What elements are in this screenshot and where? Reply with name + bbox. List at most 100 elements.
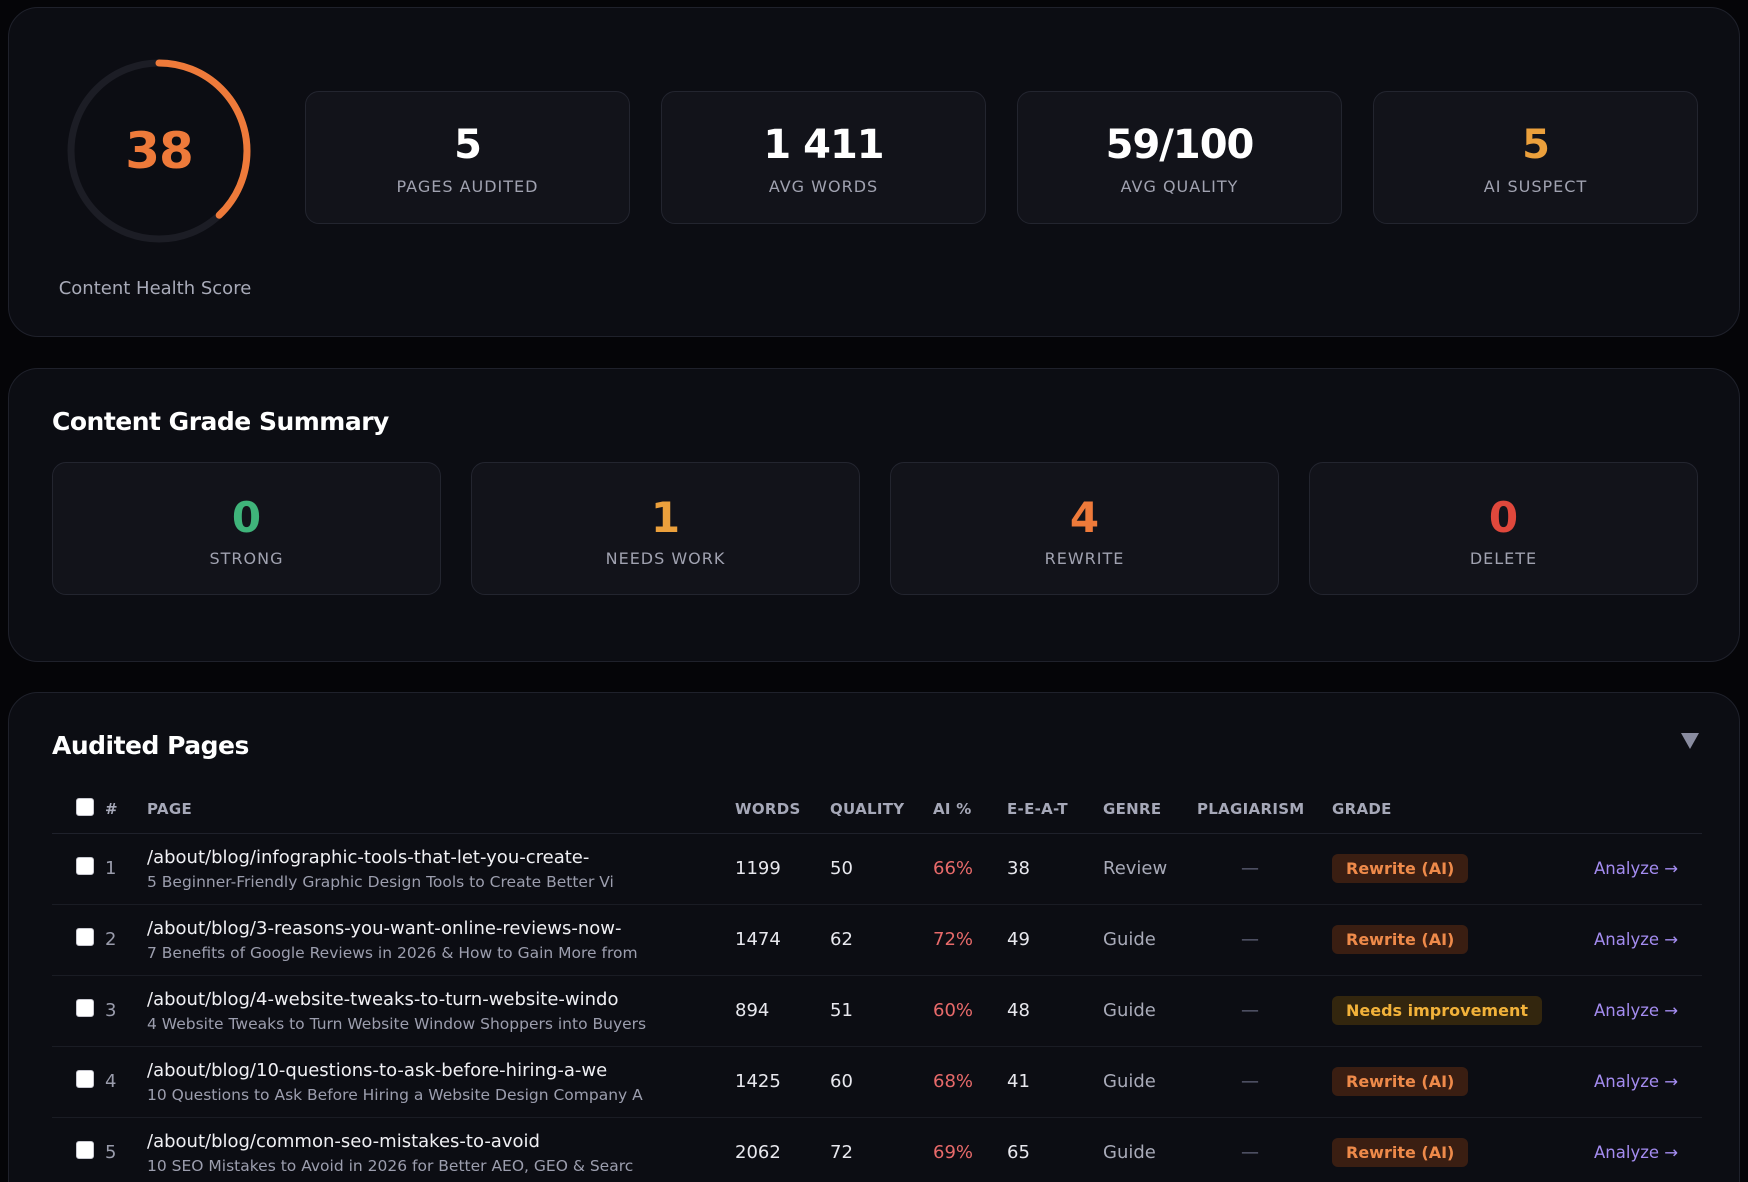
grade-badge: Rewrite (AI) xyxy=(1332,925,1469,954)
column-header-action xyxy=(1574,785,1702,834)
genre-value: Guide xyxy=(1103,975,1197,1047)
action-cell: Analyze → xyxy=(1574,833,1702,905)
grade-label: NEEDS WORK xyxy=(605,549,726,568)
column-header-page: PAGE xyxy=(147,785,735,834)
row-checkbox[interactable] xyxy=(76,1141,94,1159)
words-value: 1474 xyxy=(735,904,830,976)
audited-pages-panel: Audited Pages # PAGE WORDS QUALITY AI % xyxy=(8,692,1740,1182)
grade-value: 4 xyxy=(1069,493,1100,542)
analyze-link[interactable]: Analyze → xyxy=(1574,1001,1678,1020)
table-header-row: # PAGE WORDS QUALITY AI % E-E-A-T GENRE … xyxy=(52,785,1702,834)
row-number: 5 xyxy=(105,1117,147,1182)
page-url[interactable]: /about/blog/3-reasons-you-want-online-re… xyxy=(147,918,735,939)
grade-value: 0 xyxy=(231,493,262,542)
row-select-cell xyxy=(52,833,105,905)
genre-value: Guide xyxy=(1103,1046,1197,1118)
quality-value: 51 xyxy=(830,975,933,1047)
ai-percent-value: 69% xyxy=(933,1117,1007,1182)
page-subtitle: 4 Website Tweaks to Turn Website Window … xyxy=(147,1014,647,1033)
analyze-link[interactable]: Analyze → xyxy=(1574,1072,1678,1091)
row-checkbox[interactable] xyxy=(76,1070,94,1088)
row-number: 1 xyxy=(105,833,147,905)
health-score-caption: Content Health Score xyxy=(58,278,252,299)
page-cell: /about/blog/10-questions-to-ask-before-h… xyxy=(147,1046,735,1118)
health-panel: 38 Content Health Score 5 PAGES AUDITED … xyxy=(8,7,1740,337)
analyze-link[interactable]: Analyze → xyxy=(1574,859,1678,878)
row-number: 4 xyxy=(105,1046,147,1118)
page-url[interactable]: /about/blog/infographic-tools-that-let-y… xyxy=(147,847,735,868)
genre-value: Guide xyxy=(1103,1117,1197,1182)
row-select-cell xyxy=(52,975,105,1047)
stat-value: 59/100 xyxy=(1105,122,1255,168)
stat-card-ai-suspect: 5 AI SUSPECT xyxy=(1373,91,1698,224)
column-header-number: # xyxy=(105,785,147,834)
row-select-cell xyxy=(52,904,105,976)
select-all-cell xyxy=(52,785,105,834)
triangle-down-icon[interactable] xyxy=(1681,733,1699,749)
grade-cell: Rewrite (AI) xyxy=(1332,833,1574,905)
table-row: 3/about/blog/4-website-tweaks-to-turn-we… xyxy=(52,975,1702,1047)
eeat-value: 38 xyxy=(1007,833,1103,905)
eeat-value: 65 xyxy=(1007,1117,1103,1182)
page-url[interactable]: /about/blog/common-seo-mistakes-to-avoid xyxy=(147,1131,735,1152)
ai-percent-value: 72% xyxy=(933,904,1007,976)
grade-badge: Rewrite (AI) xyxy=(1332,1138,1469,1167)
grade-cell: Rewrite (AI) xyxy=(1332,1046,1574,1118)
column-header-ai: AI % xyxy=(933,785,1007,834)
words-value: 1199 xyxy=(735,833,830,905)
eeat-value: 48 xyxy=(1007,975,1103,1047)
ai-percent-value: 60% xyxy=(933,975,1007,1047)
analyze-link[interactable]: Analyze → xyxy=(1574,930,1678,949)
stat-label: AVG QUALITY xyxy=(1120,177,1239,196)
stat-value: 5 xyxy=(454,122,482,168)
column-header-genre: GENRE xyxy=(1103,785,1197,834)
select-all-checkbox[interactable] xyxy=(76,797,94,816)
row-checkbox[interactable] xyxy=(76,999,94,1017)
grade-badge: Rewrite (AI) xyxy=(1332,854,1469,883)
grade-card-needs-work: 1 NEEDS WORK xyxy=(471,462,860,595)
grade-card-strong: 0 STRONG xyxy=(52,462,441,595)
action-cell: Analyze → xyxy=(1574,1046,1702,1118)
grade-label: STRONG xyxy=(209,549,284,568)
column-header-words: WORDS xyxy=(735,785,830,834)
row-checkbox[interactable] xyxy=(76,857,94,875)
plagiarism-value: — xyxy=(1197,1117,1332,1182)
column-header-plagiarism: PLAGIARISM xyxy=(1197,785,1332,834)
grade-label: DELETE xyxy=(1469,549,1538,568)
page-cell: /about/blog/infographic-tools-that-let-y… xyxy=(147,833,735,905)
table-row: 4/about/blog/10-questions-to-ask-before-… xyxy=(52,1046,1702,1118)
grade-summary-title: Content Grade Summary xyxy=(52,407,389,436)
grade-badge: Needs improvement xyxy=(1332,996,1542,1025)
page-subtitle: 10 SEO Mistakes to Avoid in 2026 for Bet… xyxy=(147,1156,634,1175)
grade-label: REWRITE xyxy=(1044,549,1125,568)
grade-card-delete: 0 DELETE xyxy=(1309,462,1698,595)
stat-label: PAGES AUDITED xyxy=(396,177,539,196)
genre-value: Review xyxy=(1103,833,1197,905)
grade-badge: Rewrite (AI) xyxy=(1332,1067,1469,1096)
page-url[interactable]: /about/blog/10-questions-to-ask-before-h… xyxy=(147,1060,735,1081)
eeat-value: 41 xyxy=(1007,1046,1103,1118)
grade-value: 1 xyxy=(650,493,681,542)
action-cell: Analyze → xyxy=(1574,975,1702,1047)
stat-label: AVG WORDS xyxy=(768,177,879,196)
analyze-link[interactable]: Analyze → xyxy=(1574,1143,1678,1162)
row-number: 2 xyxy=(105,904,147,976)
plagiarism-value: — xyxy=(1197,833,1332,905)
eeat-value: 49 xyxy=(1007,904,1103,976)
quality-value: 62 xyxy=(830,904,933,976)
plagiarism-value: — xyxy=(1197,1046,1332,1118)
column-header-quality: QUALITY xyxy=(830,785,933,834)
grade-cell: Rewrite (AI) xyxy=(1332,904,1574,976)
row-checkbox[interactable] xyxy=(76,928,94,946)
words-value: 894 xyxy=(735,975,830,1047)
row-select-cell xyxy=(52,1117,105,1182)
table-row: 5/about/blog/common-seo-mistakes-to-avoi… xyxy=(52,1117,1702,1182)
action-cell: Analyze → xyxy=(1574,904,1702,976)
page-url[interactable]: /about/blog/4-website-tweaks-to-turn-web… xyxy=(147,989,735,1010)
grade-cell: Rewrite (AI) xyxy=(1332,1117,1574,1182)
genre-value: Guide xyxy=(1103,904,1197,976)
stat-value: 5 xyxy=(1522,122,1550,168)
health-score-gauge: 38 xyxy=(61,53,257,249)
plagiarism-value: — xyxy=(1197,904,1332,976)
grade-cell: Needs improvement xyxy=(1332,975,1574,1047)
